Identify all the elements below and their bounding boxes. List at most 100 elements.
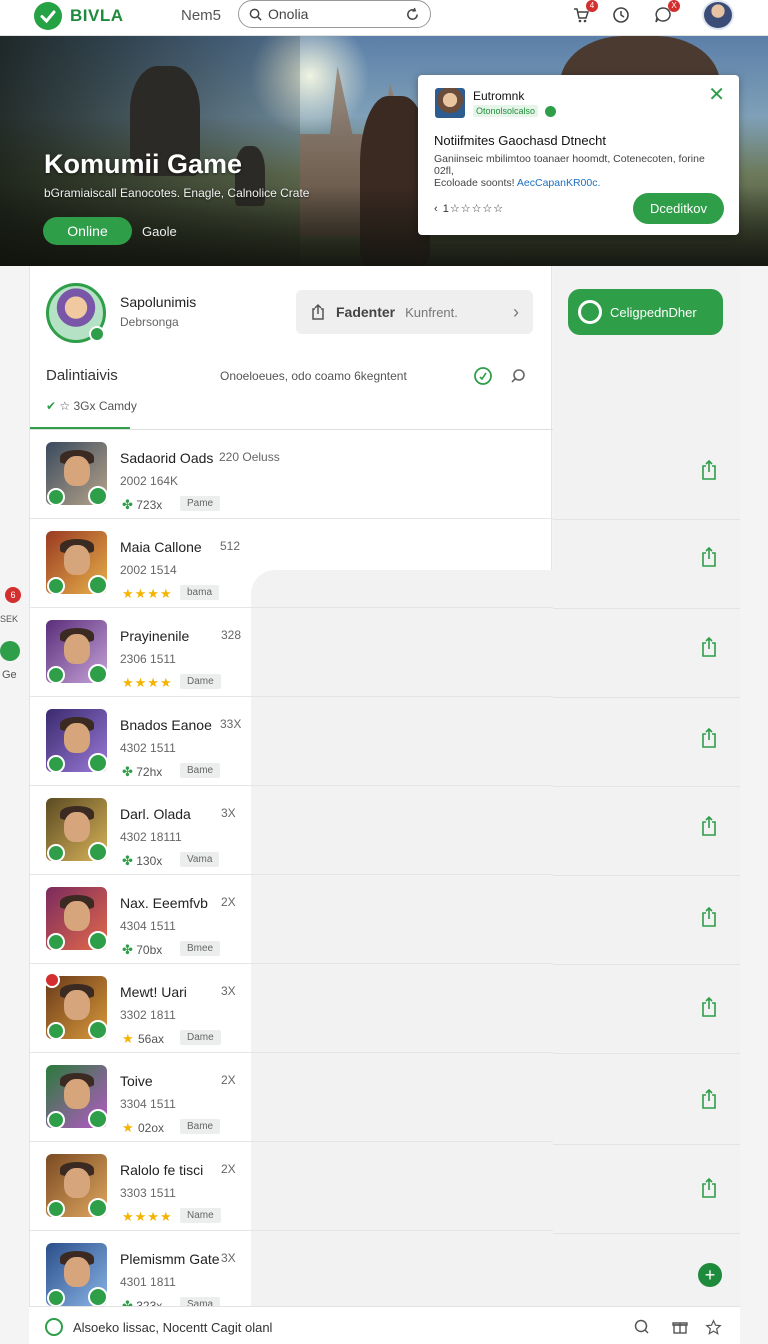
game-tag[interactable]: Name [180, 1208, 221, 1223]
clover-icon: ✤ [122, 942, 133, 957]
banner-link[interactable]: Gaole [142, 224, 177, 239]
game-tag[interactable]: Bame [180, 1119, 221, 1134]
game-tag[interactable]: Dame [180, 674, 221, 689]
game-row[interactable]: Toive 2X 3304 1511 ★ 02ox Bame [30, 1053, 553, 1142]
game-title[interactable]: Prayinenile [120, 628, 189, 644]
game-tag[interactable]: Pame [180, 496, 221, 511]
clover-icon: ✤ [122, 853, 133, 868]
search-icon[interactable] [632, 1317, 652, 1337]
game-title[interactable]: Mewt! Uari [120, 984, 187, 1000]
leaf-icon[interactable] [0, 641, 20, 661]
chat-icon[interactable]: X [652, 0, 680, 26]
game-stat: ★ 02ox [122, 1120, 164, 1136]
profile-avatar[interactable] [46, 283, 106, 343]
share-icon[interactable] [700, 459, 718, 481]
game-stat-value: ★★★★ [122, 586, 173, 601]
search-icon[interactable] [508, 366, 528, 386]
game-id: 3304 1511 [120, 1097, 176, 1111]
game-title[interactable]: Sadaorid Oads [120, 450, 213, 466]
game-row[interactable]: Maia Callone 512 2002 1514 ★★★★ bama [30, 519, 553, 608]
star-icon[interactable] [703, 1317, 723, 1337]
game-count: 3X [221, 984, 236, 998]
game-row[interactable]: Darl. Olada 3X 4302 18111 ✤ 130x Vama [30, 786, 553, 875]
game-row[interactable]: Mewt! Uari 3X 3302 1811 ★ 56ax Dame [30, 964, 553, 1053]
game-tag[interactable]: Bmee [180, 941, 221, 956]
game-tag[interactable]: bama [180, 585, 220, 600]
character-face [64, 990, 90, 1020]
left-strip-badge[interactable]: 6 [5, 587, 21, 603]
level-badge-icon [88, 931, 108, 951]
share-icon[interactable] [700, 996, 718, 1018]
notification-action-button[interactable]: Dceditkov [633, 193, 724, 224]
search-box[interactable] [238, 0, 431, 28]
notification-body-text: Ganiinseic mbilimtoo toanaer hoomdt, Cot… [434, 153, 705, 177]
close-icon[interactable]: ✕ [708, 85, 725, 105]
green-cta-button[interactable]: CeligpednDher [568, 289, 723, 335]
game-tag[interactable]: Bame [180, 763, 221, 778]
bottom-bar: Alsoeko lissac, Nocentt Cagit olanl [29, 1306, 740, 1344]
game-count: 33X [220, 717, 242, 731]
fadender-button[interactable]: Fadenter Kunfrent. › [296, 290, 533, 334]
game-stat: ✤ 72hx [122, 764, 162, 780]
nav-link[interactable]: Nem5 [181, 7, 221, 24]
star-icon: ★ [122, 1120, 135, 1135]
rating-stars[interactable]: ‹ 1☆☆☆☆☆ [434, 202, 504, 215]
fadender-text: Kunfrent. [405, 304, 458, 320]
level-badge-icon [88, 664, 108, 684]
verified-check-icon [47, 577, 65, 595]
app-logo[interactable]: BIVLA [34, 2, 124, 30]
game-title[interactable]: Toive [120, 1073, 153, 1089]
game-row[interactable]: Sadaorid Oads 220 Oeluss 2002 164K ✤ 723x Pa… [30, 430, 553, 519]
game-count: 328 [221, 628, 242, 642]
game-title[interactable]: Maia Callone [120, 539, 202, 555]
cart-icon[interactable]: 4 [570, 0, 598, 26]
character-face [64, 1257, 90, 1287]
row-divider [553, 875, 740, 876]
game-row[interactable]: Bnados Eanoe 33X 4302 1511 ✤ 72hx Bame [30, 697, 553, 786]
star-icon: ★ [122, 1031, 135, 1046]
share-icon[interactable] [700, 1177, 718, 1199]
alert-badge-icon [44, 972, 60, 988]
top-bar: BIVLA Nem5 4 X [0, 0, 768, 36]
game-title[interactable]: Nax. Eeemfvb [120, 895, 208, 911]
game-title[interactable]: Bnados Eanoe [120, 717, 212, 733]
game-tag[interactable]: Dame [180, 1030, 221, 1045]
character-face [64, 901, 90, 931]
chat-badge: X [668, 0, 680, 12]
chevron-left-icon[interactable]: ‹ [434, 203, 439, 215]
notification-avatar [435, 88, 465, 118]
clover-icon: ✤ [122, 497, 133, 512]
refresh-icon[interactable] [405, 7, 420, 22]
user-avatar[interactable] [702, 0, 734, 30]
gift-icon[interactable] [670, 1317, 690, 1337]
share-icon[interactable] [700, 1088, 718, 1110]
game-title[interactable]: Ralolo fe tisci [120, 1162, 203, 1178]
game-row[interactable]: Prayinenile 328 2306 1511 ★★★★ Dame [30, 608, 553, 697]
games-panel: Sapolunimis Debrsonga Fadenter Kunfrent.… [29, 266, 554, 1320]
game-row[interactable]: Ralolo fe tisci 2X 3303 1511 ★★★★ Name [30, 1142, 553, 1231]
game-stat-value: 02ox [138, 1121, 165, 1135]
game-tag[interactable]: Vama [180, 852, 220, 867]
level-badge-icon [88, 842, 108, 862]
share-icon[interactable] [700, 815, 718, 837]
game-row[interactable]: Nax. Eeemfvb 2X 4304 1511 ✤ 70bx Bmee [30, 875, 553, 964]
share-icon[interactable] [700, 636, 718, 658]
check-circle-icon[interactable] [45, 1318, 63, 1336]
add-button[interactable]: + [698, 1263, 722, 1287]
game-stat-value: 130x [136, 854, 163, 868]
whatsapp-icon[interactable] [473, 366, 493, 386]
search-input[interactable] [268, 6, 388, 22]
clock-icon[interactable] [610, 4, 632, 26]
game-title[interactable]: Darl. Olada [120, 806, 191, 822]
notification-link[interactable]: AecCapanKR00c. [517, 177, 600, 189]
banner-title: Komumii Game [44, 149, 243, 179]
game-title[interactable]: Plemismm Gate [120, 1251, 220, 1267]
share-icon[interactable] [700, 906, 718, 928]
online-button[interactable]: Online [43, 217, 132, 245]
share-icon[interactable] [700, 727, 718, 749]
row-divider [553, 786, 740, 787]
notification-title: Notiifmites Gaochasd Dtnecht [434, 133, 606, 148]
filter-chip[interactable]: ✔ ☆ 3Gx Camdy [46, 399, 137, 413]
left-strip-label-2: Ge [2, 669, 17, 681]
share-icon[interactable] [700, 546, 718, 568]
